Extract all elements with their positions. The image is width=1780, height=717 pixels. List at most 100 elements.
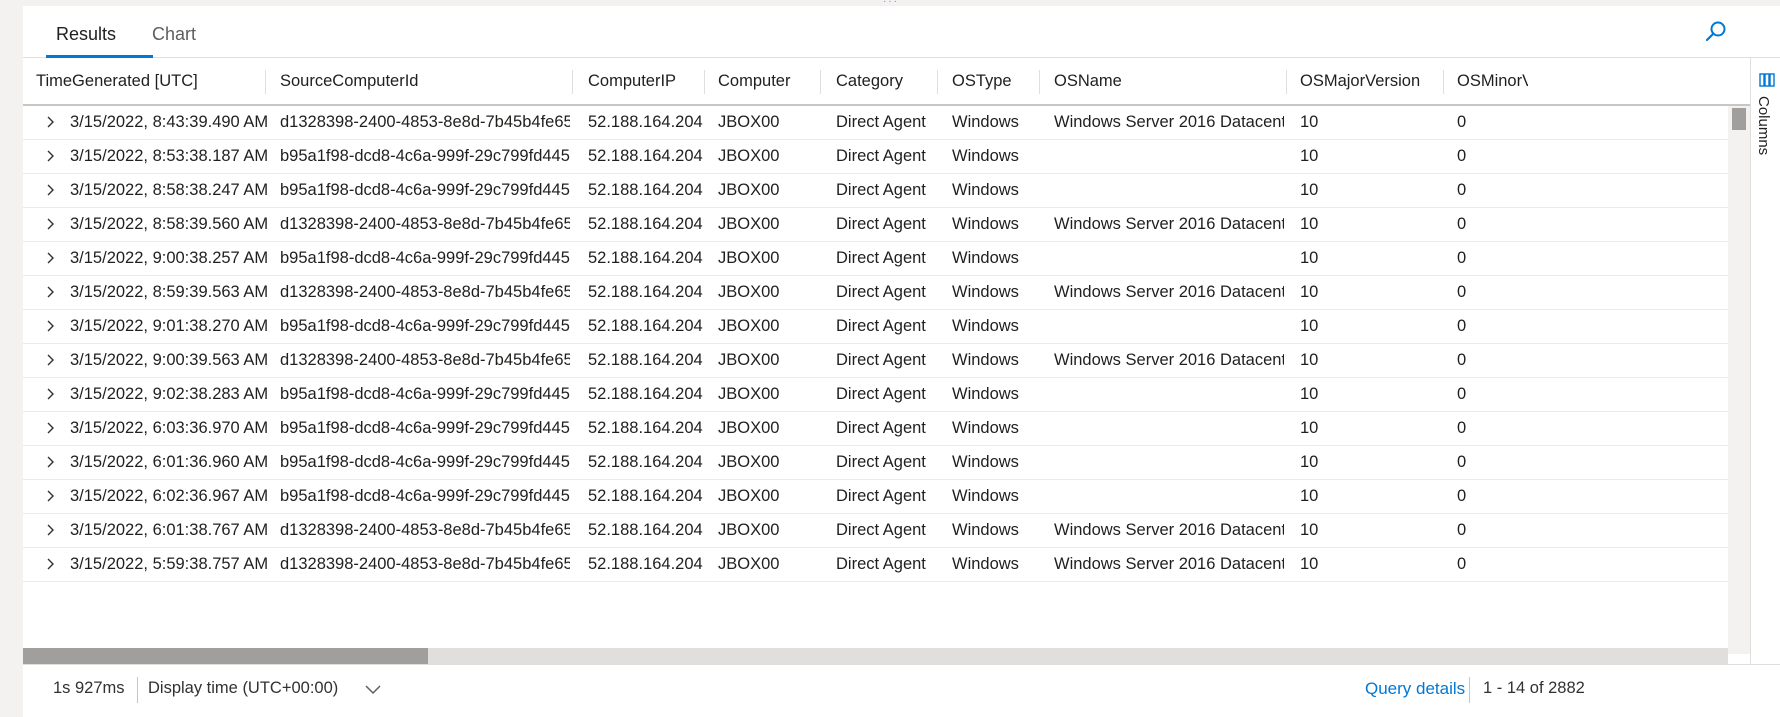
column-header-computer[interactable]: Computer: [718, 58, 818, 104]
status-bar: 1s 927ms Display time (UTC+00:00) Query …: [23, 664, 1780, 717]
cell-category: Direct Agent: [836, 555, 926, 573]
cell-osminorversion: 0: [1457, 283, 1467, 301]
chevron-right-icon[interactable]: [45, 320, 57, 332]
column-header-osmajorversion[interactable]: OSMajorVersion: [1300, 58, 1440, 104]
cell-osminorversion: 0: [1457, 215, 1467, 233]
table-row[interactable]: 3/15/2022, 6:01:36.960 AM b95a1f98-dcd8-4…: [23, 446, 1728, 480]
table-row[interactable]: 3/15/2022, 8:43:39.490 AM d1328398-2400-4…: [23, 106, 1728, 140]
table-row[interactable]: 3/15/2022, 6:02:36.967 AM b95a1f98-dcd8-4…: [23, 480, 1728, 514]
column-resizer[interactable]: [572, 70, 573, 94]
table-row[interactable]: 3/15/2022, 9:00:39.563 AM d1328398-2400-4…: [23, 344, 1728, 378]
chevron-right-icon[interactable]: [45, 252, 57, 264]
column-resizer[interactable]: [1286, 70, 1287, 94]
footer-divider: [1469, 677, 1470, 703]
chevron-right-icon[interactable]: [45, 524, 57, 536]
column-header-timegenerated[interactable]: TimeGenerated [UTC]: [36, 58, 261, 104]
chevron-right-icon[interactable]: [45, 150, 57, 162]
cell-computerip: 52.188.164.204: [588, 521, 703, 539]
column-header-osname[interactable]: OSName: [1054, 58, 1284, 104]
chevron-right-icon[interactable]: [45, 558, 57, 570]
table-row[interactable]: 3/15/2022, 9:02:38.283 AM b95a1f98-dcd8-4…: [23, 378, 1728, 412]
chevron-right-icon[interactable]: [45, 354, 57, 366]
tab-results[interactable]: Results: [56, 24, 116, 58]
table-row[interactable]: 3/15/2022, 9:01:38.270 AM b95a1f98-dcd8-4…: [23, 310, 1728, 344]
cell-timegenerated: 3/15/2022, 6:01:38.767 AM: [70, 521, 269, 539]
cell-osminorversion: 0: [1457, 249, 1467, 267]
vertical-scroll-thumb[interactable]: [1732, 108, 1746, 130]
column-header-category[interactable]: Category: [836, 58, 936, 104]
table-row[interactable]: 3/15/2022, 8:53:38.187 AM b95a1f98-dcd8-4…: [23, 140, 1728, 174]
cell-osmajorversion: 10: [1300, 351, 1319, 369]
chevron-right-icon[interactable]: [45, 422, 57, 434]
table-row[interactable]: 3/15/2022, 8:58:38.247 AM b95a1f98-dcd8-4…: [23, 174, 1728, 208]
chevron-right-icon[interactable]: [45, 184, 57, 196]
search-button[interactable]: [1701, 18, 1731, 48]
cell-category: Direct Agent: [836, 113, 926, 131]
cell-sourcecomputerid: d1328398-2400-4853-8e8d-7b45b4fe65c4: [280, 215, 570, 233]
cell-sourcecomputerid: b95a1f98-dcd8-4c6a-999f-29c799fd445b: [280, 249, 570, 267]
horizontal-scrollbar[interactable]: [23, 648, 1728, 664]
cell-osname: Windows Server 2016 Datacenter: [1054, 351, 1284, 369]
column-header-ostype[interactable]: OSType: [952, 58, 1037, 104]
column-resizer[interactable]: [704, 70, 705, 94]
cell-osmajorversion: 10: [1300, 249, 1319, 267]
table-row[interactable]: 3/15/2022, 8:59:39.563 AM d1328398-2400-4…: [23, 276, 1728, 310]
cell-osminorversion: 0: [1457, 521, 1467, 539]
table-row[interactable]: 3/15/2022, 6:01:38.767 AM d1328398-2400-4…: [23, 514, 1728, 548]
query-details-link[interactable]: Query details: [1365, 679, 1465, 699]
cell-computerip: 52.188.164.204: [588, 317, 703, 335]
chevron-right-icon[interactable]: [45, 388, 57, 400]
column-header-sourcecomputerid[interactable]: SourceComputerId: [280, 58, 580, 104]
cell-computer: JBOX00: [718, 181, 780, 199]
tab-chart[interactable]: Chart: [152, 24, 196, 58]
display-time-dropdown[interactable]: Display time (UTC+00:00): [148, 679, 338, 698]
chevron-right-icon[interactable]: [45, 286, 57, 298]
cell-osminorversion: 0: [1457, 453, 1467, 471]
cell-ostype: Windows: [952, 419, 1019, 437]
cell-osmajorversion: 10: [1300, 215, 1319, 233]
cell-timegenerated: 3/15/2022, 8:59:39.563 AM: [70, 283, 269, 301]
horizontal-scroll-thumb[interactable]: [23, 648, 428, 664]
cell-sourcecomputerid: d1328398-2400-4853-8e8d-7b45b4fe65c4: [280, 521, 570, 539]
query-duration: 1s 927ms: [53, 679, 125, 697]
column-resizer[interactable]: [820, 70, 821, 94]
grid-header: TimeGenerated [UTC] SourceComputerId ···…: [23, 58, 1750, 106]
cell-computerip: 52.188.164.204: [588, 351, 703, 369]
table-row[interactable]: 3/15/2022, 8:58:39.560 AM d1328398-2400-4…: [23, 208, 1728, 242]
columns-icon: [1759, 73, 1775, 87]
vertical-scrollbar[interactable]: [1728, 106, 1750, 654]
column-resizer[interactable]: [1443, 70, 1444, 94]
cell-osmajorversion: 10: [1300, 181, 1319, 199]
column-resizer[interactable]: [937, 70, 938, 94]
cell-computerip: 52.188.164.204: [588, 555, 703, 573]
table-row[interactable]: 3/15/2022, 9:00:38.257 AM b95a1f98-dcd8-4…: [23, 242, 1728, 276]
cell-osname: [1054, 140, 1284, 173]
chevron-right-icon[interactable]: [45, 218, 57, 230]
cell-timegenerated: 3/15/2022, 6:02:36.967 AM: [70, 487, 269, 505]
cell-osmajorversion: 10: [1300, 283, 1319, 301]
cell-timegenerated: 3/15/2022, 8:58:39.560 AM: [70, 215, 269, 233]
chevron-right-icon[interactable]: [45, 490, 57, 502]
columns-panel-toggle[interactable]: Columns: [1750, 58, 1780, 664]
cell-ostype: Windows: [952, 351, 1019, 369]
cell-timegenerated: 3/15/2022, 9:02:38.283 AM: [70, 385, 269, 403]
panel-resize-handle[interactable]: ···: [883, 0, 901, 7]
cell-osminorversion: 0: [1457, 487, 1467, 505]
results-tabs: Results Chart: [23, 6, 1780, 58]
column-resizer[interactable]: [1039, 70, 1040, 94]
cell-category: Direct Agent: [836, 283, 926, 301]
column-header-osminorversion[interactable]: OSMinorVersion: [1457, 58, 1528, 104]
table-row[interactable]: 3/15/2022, 6:03:36.970 AM b95a1f98-dcd8-4…: [23, 412, 1728, 446]
column-header-computerip[interactable]: ComputerIP: [588, 58, 703, 104]
cell-ostype: Windows: [952, 215, 1019, 233]
cell-osmajorversion: 10: [1300, 113, 1319, 131]
table-row[interactable]: 3/15/2022, 5:59:38.757 AM d1328398-2400-4…: [23, 548, 1728, 582]
chevron-right-icon[interactable]: [45, 116, 57, 128]
cell-timegenerated: 3/15/2022, 9:01:38.270 AM: [70, 317, 269, 335]
cell-computer: JBOX00: [718, 147, 780, 165]
chevron-down-icon[interactable]: [365, 685, 381, 695]
column-resizer[interactable]: [265, 70, 266, 94]
footer-divider: [137, 677, 138, 703]
chevron-right-icon[interactable]: [45, 456, 57, 468]
cell-computer: JBOX00: [718, 317, 780, 335]
